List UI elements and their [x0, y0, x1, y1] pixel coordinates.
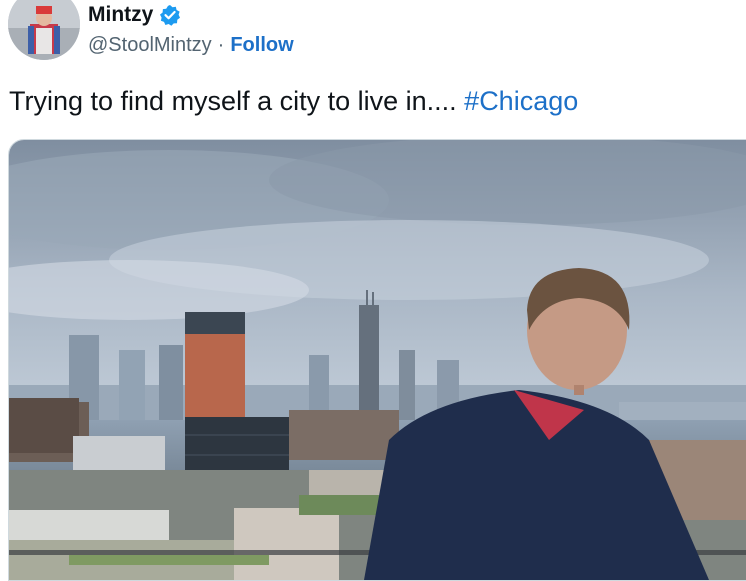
follow-button[interactable]: Follow: [230, 34, 293, 57]
tweet-photo[interactable]: [8, 139, 746, 581]
avatar[interactable]: [8, 0, 80, 60]
handle[interactable]: @StoolMintzy: [88, 34, 212, 57]
photo-chicago-skyline: [9, 140, 746, 580]
tweet-text: Trying to find myself a city to live in.…: [9, 86, 578, 117]
tweet-header: Mintzy @StoolMintzy · Follow: [0, 0, 746, 70]
name-row: Mintzy: [88, 3, 181, 27]
display-name[interactable]: Mintzy: [88, 3, 153, 27]
verified-badge-icon: [159, 4, 181, 26]
separator: ·: [217, 34, 225, 56]
hashtag-link[interactable]: #Chicago: [464, 86, 578, 116]
tweet-body: Trying to find myself a city to live in.…: [9, 86, 457, 116]
handle-row: @StoolMintzy · Follow: [88, 34, 294, 57]
